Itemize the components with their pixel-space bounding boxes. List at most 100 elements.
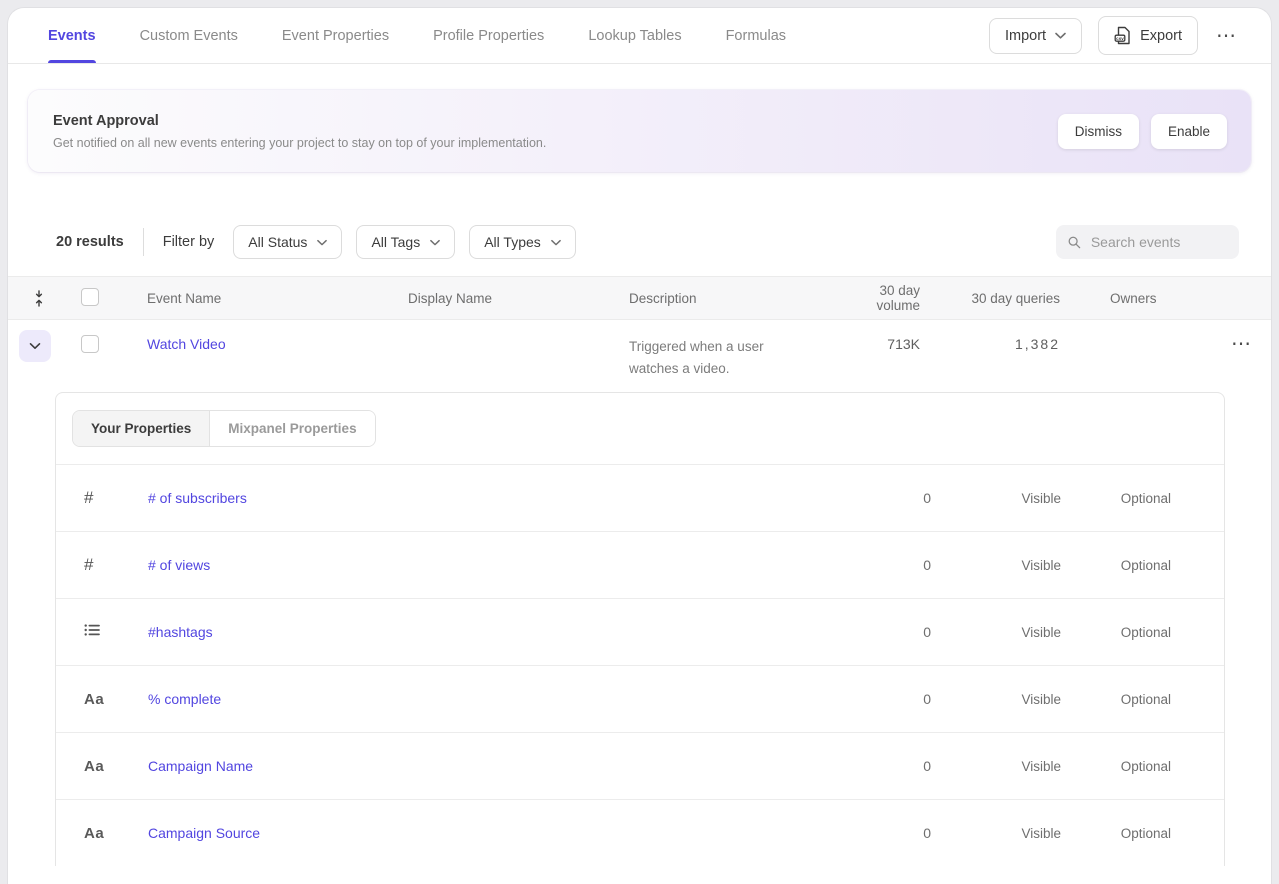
import-button-label: Import xyxy=(1005,28,1046,44)
events-table-header: Event Name Display Name Description 30 d… xyxy=(8,276,1271,320)
nav-tabs: Events Custom Events Event Properties Pr… xyxy=(48,8,786,63)
event-30-day-volume: 713K xyxy=(829,320,920,352)
event-description: Triggered when a user watches a video. xyxy=(629,336,801,379)
banner-description: Get notified on all new events entering … xyxy=(53,136,546,150)
chevron-down-icon xyxy=(551,239,561,246)
banner-text: Event Approval Get notified on all new e… xyxy=(53,113,546,150)
property-requirement: Optional xyxy=(1061,759,1171,774)
results-count: 20 results xyxy=(56,234,124,250)
chevron-down-icon xyxy=(430,239,440,246)
property-row: Aa Campaign Name 0 Visible Optional xyxy=(56,733,1224,800)
property-visibility: Visible xyxy=(931,491,1061,506)
properties-tabbar: Your Properties Mixpanel Properties xyxy=(56,393,1224,465)
property-row: # # of subscribers 0 Visible Optional xyxy=(56,465,1224,532)
row-checkbox[interactable] xyxy=(81,335,99,353)
property-requirement: Optional xyxy=(1061,558,1171,573)
text-type-icon: Aa xyxy=(56,825,148,842)
filter-row: 20 results Filter by All Status All Tags… xyxy=(56,224,1251,260)
row-more-options-icon[interactable]: ⋯ xyxy=(1229,330,1254,358)
more-options-icon[interactable]: ⋯ xyxy=(1214,22,1239,50)
property-name-link[interactable]: #hashtags xyxy=(148,624,811,640)
select-all-checkbox[interactable] xyxy=(81,288,99,306)
tab-lookup-tables[interactable]: Lookup Tables xyxy=(588,8,681,63)
top-navigation-bar: Events Custom Events Event Properties Pr… xyxy=(8,8,1271,64)
types-filter-value: All Types xyxy=(484,234,541,250)
column-header-event-name[interactable]: Event Name xyxy=(136,291,397,306)
column-header-description[interactable]: Description xyxy=(618,291,829,306)
property-requirement: Optional xyxy=(1061,491,1171,506)
property-row: Aa Campaign Source 0 Visible Optional xyxy=(56,800,1224,866)
event-owners xyxy=(1060,320,1218,336)
chevron-down-icon xyxy=(29,342,41,350)
search-input[interactable] xyxy=(1091,234,1227,250)
csv-file-icon: csv xyxy=(1114,26,1131,45)
tags-filter-value: All Tags xyxy=(371,234,420,250)
enable-button[interactable]: Enable xyxy=(1151,114,1227,149)
column-header-owners[interactable]: Owners xyxy=(1060,291,1218,306)
collapse-all-icon[interactable] xyxy=(32,290,46,307)
tab-events[interactable]: Events xyxy=(48,8,96,63)
property-queries: 0 xyxy=(811,557,931,573)
tab-your-properties[interactable]: Your Properties xyxy=(73,411,210,446)
property-visibility: Visible xyxy=(931,826,1061,841)
event-30-day-queries: 1,382 xyxy=(920,320,1060,352)
property-name-link[interactable]: # of views xyxy=(148,557,811,573)
text-type-icon: Aa xyxy=(56,691,148,708)
text-type-icon: Aa xyxy=(56,758,148,775)
property-requirement: Optional xyxy=(1061,826,1171,841)
topbar-actions: Import csv Export ⋯ xyxy=(989,16,1239,55)
tags-filter-dropdown[interactable]: All Tags xyxy=(356,225,455,259)
search-icon xyxy=(1068,235,1081,250)
tab-event-properties[interactable]: Event Properties xyxy=(282,8,389,63)
event-display-name xyxy=(397,320,618,336)
chevron-down-icon xyxy=(1055,32,1066,39)
types-filter-dropdown[interactable]: All Types xyxy=(469,225,576,259)
property-queries: 0 xyxy=(811,691,931,707)
search-events-box[interactable] xyxy=(1056,225,1239,259)
collapse-row-button[interactable] xyxy=(19,330,51,362)
divider xyxy=(143,228,144,256)
property-visibility: Visible xyxy=(931,625,1061,640)
property-name-link[interactable]: Campaign Name xyxy=(148,758,811,774)
status-filter-value: All Status xyxy=(248,234,307,250)
list-type-icon xyxy=(56,622,148,642)
properties-panel: Your Properties Mixpanel Properties # # … xyxy=(55,392,1225,866)
event-name-link[interactable]: Watch Video xyxy=(136,320,397,352)
import-button[interactable]: Import xyxy=(989,18,1082,54)
column-header-30-day-queries[interactable]: 30 day queries xyxy=(920,291,1060,306)
filter-by-label: Filter by xyxy=(163,234,215,250)
property-requirement: Optional xyxy=(1061,625,1171,640)
number-type-icon: # xyxy=(56,488,148,508)
event-approval-banner: Event Approval Get notified on all new e… xyxy=(28,90,1251,172)
property-queries: 0 xyxy=(811,825,931,841)
property-queries: 0 xyxy=(811,758,931,774)
banner-title: Event Approval xyxy=(53,113,546,129)
property-name-link[interactable]: Campaign Source xyxy=(148,825,811,841)
column-header-30-day-volume[interactable]: 30 day volume xyxy=(829,283,920,313)
svg-text:csv: csv xyxy=(1116,36,1124,41)
property-visibility: Visible xyxy=(931,759,1061,774)
property-visibility: Visible xyxy=(931,692,1061,707)
banner-actions: Dismiss Enable xyxy=(1058,114,1227,149)
property-name-link[interactable]: % complete xyxy=(148,691,811,707)
tab-mixpanel-properties[interactable]: Mixpanel Properties xyxy=(210,411,374,446)
column-header-display-name[interactable]: Display Name xyxy=(397,291,618,306)
property-requirement: Optional xyxy=(1061,692,1171,707)
export-button-label: Export xyxy=(1140,28,1182,44)
dismiss-button[interactable]: Dismiss xyxy=(1058,114,1139,149)
property-row: #hashtags 0 Visible Optional xyxy=(56,599,1224,666)
property-name-link[interactable]: # of subscribers xyxy=(148,490,811,506)
chevron-down-icon xyxy=(317,239,327,246)
property-queries: 0 xyxy=(811,490,931,506)
export-button[interactable]: csv Export xyxy=(1098,16,1198,55)
properties-segmented-control: Your Properties Mixpanel Properties xyxy=(72,410,376,447)
property-queries: 0 xyxy=(811,624,931,640)
tab-custom-events[interactable]: Custom Events xyxy=(140,8,238,63)
property-row: Aa % complete 0 Visible Optional xyxy=(56,666,1224,733)
property-row: # # of views 0 Visible Optional xyxy=(56,532,1224,599)
status-filter-dropdown[interactable]: All Status xyxy=(233,225,342,259)
tab-profile-properties[interactable]: Profile Properties xyxy=(433,8,544,63)
property-visibility: Visible xyxy=(931,558,1061,573)
tab-formulas[interactable]: Formulas xyxy=(726,8,786,63)
table-row: Watch Video Triggered when a user watche… xyxy=(8,320,1271,379)
